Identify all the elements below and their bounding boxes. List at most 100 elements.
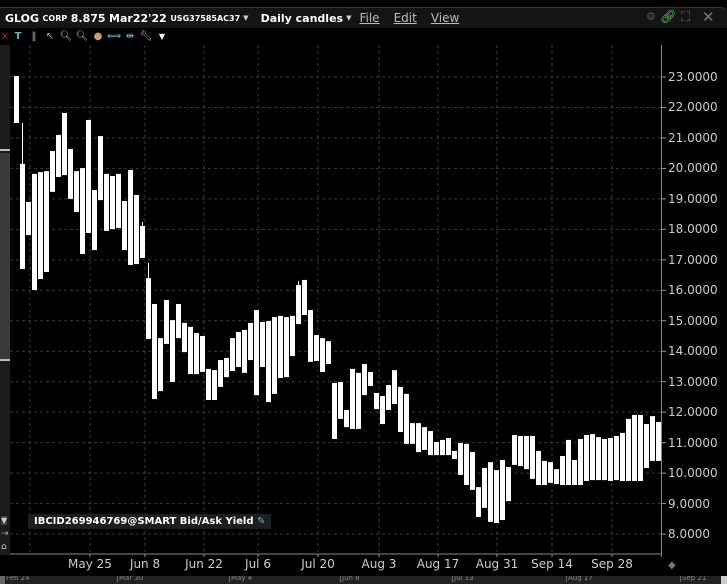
text-tool-icon[interactable]: T (10, 31, 26, 42)
candle (428, 431, 433, 456)
candle (140, 225, 145, 258)
bar-style-icon[interactable]: ‖ (26, 31, 42, 42)
y-axis-label: 14.0000 (668, 344, 718, 359)
candle (20, 163, 25, 269)
candle (80, 168, 85, 255)
nav-right-arrow[interactable] (721, 576, 727, 584)
candle (158, 338, 163, 392)
candle (56, 134, 61, 177)
remove-icon[interactable]: × (0, 31, 10, 42)
candle (368, 371, 373, 386)
candle (494, 470, 499, 524)
gear-icon[interactable]: ⚙ (646, 10, 656, 23)
candle (62, 112, 67, 176)
y-axis-label: 8.0000 (668, 527, 710, 542)
candle (242, 329, 247, 373)
candle (248, 322, 253, 361)
candle (422, 427, 427, 450)
candle (206, 368, 211, 400)
y-axis-label: 9.0000 (668, 496, 710, 511)
candle (398, 386, 403, 432)
wrench-icon[interactable]: 🔧︎ (138, 31, 154, 42)
compress-icon[interactable]: ⇹ (122, 31, 138, 42)
zoom-in-icon[interactable]: 🔍︎ (58, 31, 74, 42)
candle (566, 439, 571, 485)
candle (290, 315, 295, 357)
candle (644, 424, 649, 468)
candle (50, 151, 55, 192)
candle (134, 194, 139, 265)
x-axis-label: May 25 (68, 557, 112, 571)
candle (122, 201, 127, 251)
candle (104, 173, 109, 231)
candle (536, 450, 541, 485)
pan-icon[interactable]: ● (90, 31, 106, 42)
candle (194, 332, 199, 375)
candle (254, 310, 259, 396)
more-dropdown-icon[interactable]: ▼ (154, 32, 170, 41)
candle (356, 372, 361, 429)
candle (596, 437, 601, 481)
symbol-dropdown-icon[interactable]: ▼ (243, 14, 248, 22)
candle (650, 416, 655, 461)
candle (116, 173, 121, 229)
candle (626, 418, 631, 482)
candle (458, 442, 463, 475)
legend-settings-icon[interactable]: ✎ (257, 516, 265, 527)
isin: USG37585AC37 (170, 13, 241, 23)
candle (638, 414, 643, 482)
axis-corner-icon[interactable]: ◆ (668, 560, 676, 571)
candle (164, 300, 169, 344)
x-axis-labels: May 25 Jun 8 Jun 22 Jul 6 Jul 20 Aug 3 Aug 17 A… (0, 557, 662, 573)
chart-toolbar: × T ‖ ↖ 🔍︎ 🔍︎ ● ⟺ ⇹ 🔧︎ ▼ (0, 28, 727, 45)
maximize-icon[interactable]: ⛶ (681, 10, 690, 25)
y-axis-label: 11.0000 (668, 435, 718, 450)
candle (548, 462, 553, 483)
candle (320, 338, 325, 372)
x-axis-label: Aug 31 (475, 557, 519, 571)
candle (560, 456, 565, 485)
candle (350, 368, 355, 429)
chart-legend: IBCID269946769@SMART Bid/Ask Yield ✎ (28, 514, 272, 529)
candle (500, 460, 505, 521)
chart-type-dropdown[interactable]: Daily candles (261, 12, 344, 25)
navigator-label: Mar 30 (117, 576, 144, 582)
chevron-down-icon[interactable]: ▼ (346, 14, 351, 22)
candle (446, 438, 451, 456)
expand-icon[interactable]: ⟺ (106, 31, 122, 42)
menu-edit[interactable]: Edit (394, 11, 417, 25)
candle (230, 338, 235, 372)
candle (32, 173, 37, 290)
link-icon[interactable]: 🔗︎ (660, 10, 677, 25)
candle (338, 382, 343, 419)
x-axis-label: Aug 3 (361, 557, 397, 571)
candle (524, 435, 529, 470)
legend-text: IBCID269946769@SMART Bid/Ask Yield (34, 516, 254, 527)
candle (416, 423, 421, 453)
cursor-icon[interactable]: ↖ (42, 31, 58, 42)
symbol[interactable]: GLOG (5, 12, 39, 25)
menu-view[interactable]: View (431, 11, 459, 25)
candle (344, 410, 349, 428)
candle (380, 396, 385, 425)
candle (26, 201, 31, 236)
time-navigator[interactable]: Feb 24 Mar 30 May 4 Jun 8 Jul 13 Aug 17 Sep 21 (0, 576, 727, 584)
menu-file[interactable]: File (359, 11, 379, 25)
candle (620, 432, 625, 482)
candle (284, 317, 289, 378)
price-chart[interactable] (0, 45, 727, 557)
candle (314, 335, 319, 361)
x-axis-label: Sep 14 (531, 557, 573, 571)
y-axis-label: 20.0000 (668, 161, 718, 176)
candle (482, 467, 487, 508)
candle (332, 382, 337, 439)
navigator-label: May 4 (229, 576, 253, 582)
close-icon[interactable]: ✕ (702, 8, 715, 26)
y-axis-label: 18.0000 (668, 222, 718, 237)
candle (218, 360, 223, 387)
candle (452, 450, 457, 460)
zoom-out-icon[interactable]: 🔍︎ (74, 31, 90, 42)
candle (392, 370, 397, 404)
candle (518, 435, 523, 467)
navigator-label: Jul 13 (452, 576, 474, 582)
